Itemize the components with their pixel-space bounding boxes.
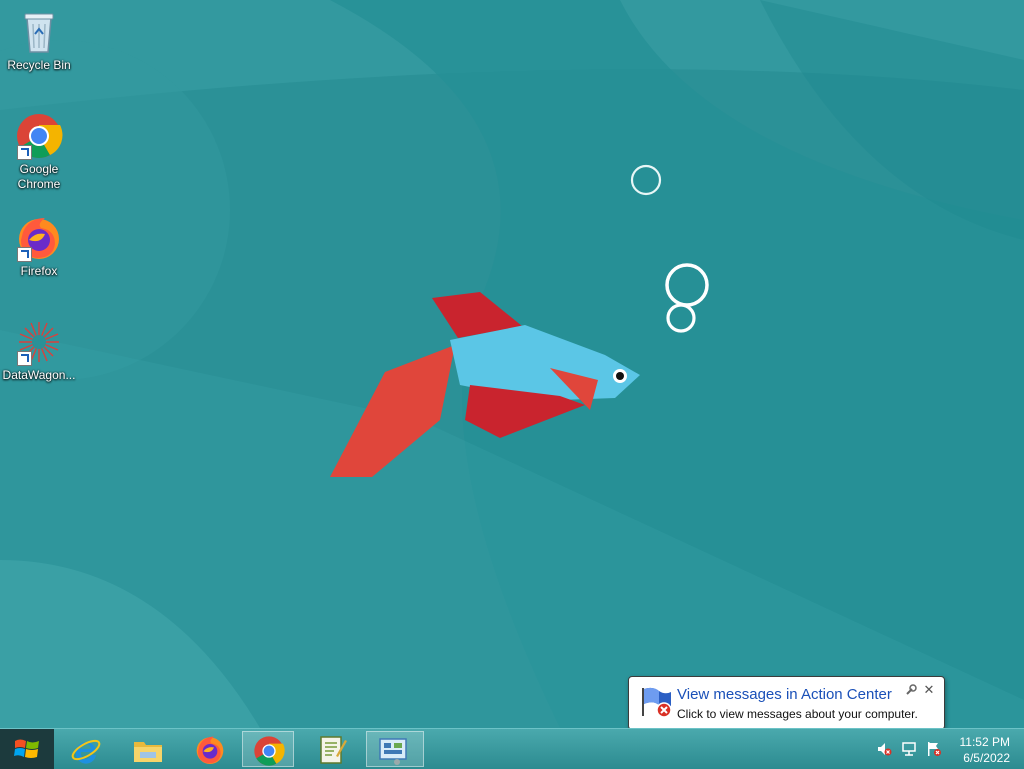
desktop[interactable]: Recycle Bin Google Chrome Firefox DataWa… <box>0 0 1024 728</box>
control-panel-icon <box>379 738 407 765</box>
start-button[interactable] <box>0 729 54 769</box>
notepad-plus-plus-icon <box>320 736 347 764</box>
network-icon[interactable] <box>901 741 917 757</box>
volume-muted-icon[interactable] <box>876 741 892 757</box>
chrome-icon <box>254 736 285 766</box>
action-center-notification[interactable]: View messages in Action Center Click to … <box>628 676 945 742</box>
wrench-options-icon[interactable] <box>905 684 917 696</box>
desktop-icon-label: Firefox <box>20 264 58 278</box>
file-explorer-icon <box>134 742 162 762</box>
shortcut-arrow-icon <box>17 247 32 262</box>
action-center-flag-tray-icon[interactable] <box>926 741 942 757</box>
desktop-icon-label: Google Chrome <box>17 162 61 191</box>
desktop-icon-label: Recycle Bin <box>7 58 71 72</box>
notification-title[interactable]: View messages in Action Center <box>677 686 892 703</box>
close-icon[interactable]: ✕ <box>922 683 936 697</box>
taskbar-internet-explorer[interactable] <box>60 731 112 767</box>
desktop-icon-recycle-bin[interactable]: Recycle Bin <box>0 8 78 73</box>
desktop-icon-label: DataWagon... <box>2 368 76 382</box>
taskbar-file-explorer[interactable] <box>122 731 174 767</box>
firefox-icon <box>196 736 224 764</box>
clock-time: 11:52 PM <box>959 735 1010 749</box>
shortcut-arrow-icon <box>17 351 32 366</box>
wallpaper-betta-fish <box>0 0 1024 728</box>
internet-explorer-icon <box>71 739 101 764</box>
windows-logo-icon <box>14 739 39 758</box>
clock[interactable]: 11:52 PM 6/5/2022 <box>960 734 1010 766</box>
clock-date: 6/5/2022 <box>963 751 1010 765</box>
recycle-bin-icon <box>15 8 63 56</box>
notification-body[interactable]: Click to view messages about your comput… <box>677 707 918 721</box>
taskbar-control-panel[interactable] <box>366 731 424 767</box>
desktop-icon-firefox[interactable]: Firefox <box>0 214 78 279</box>
chrome-icon <box>15 112 63 160</box>
taskbar-notepad-plus-plus[interactable] <box>306 731 358 767</box>
desktop-icon-google-chrome[interactable]: Google Chrome <box>0 112 78 192</box>
system-tray[interactable]: 11:52 PM 6/5/2022 <box>864 729 1024 769</box>
taskbar-firefox[interactable] <box>184 731 236 767</box>
datawagon-icon <box>15 318 63 366</box>
desktop-icon-datawagon[interactable]: DataWagon... <box>0 318 78 383</box>
taskbar-google-chrome[interactable] <box>242 731 294 767</box>
action-center-flag-icon <box>642 687 672 718</box>
firefox-icon <box>15 214 63 262</box>
taskbar[interactable]: 11:52 PM 6/5/2022 <box>0 728 1024 769</box>
shortcut-arrow-icon <box>17 145 32 160</box>
